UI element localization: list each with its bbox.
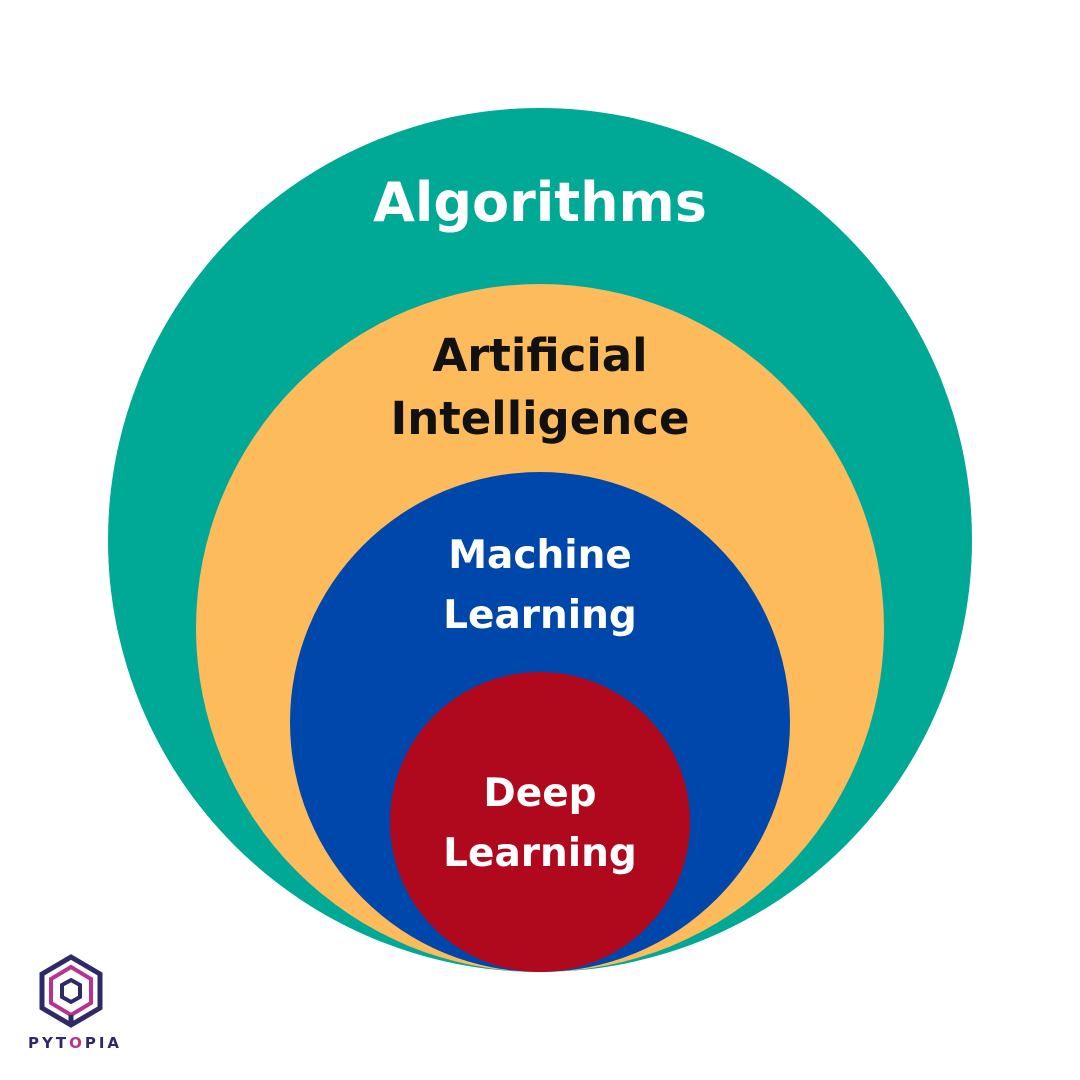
algorithms-label-line: Algorithms — [373, 171, 707, 234]
ml-label-line-1: Machine — [448, 533, 632, 578]
deep-learning-label: Deep Learning — [0, 764, 1080, 884]
ai-label-line-2: Intelligence — [390, 392, 690, 445]
logo-wordmark: PYTOPIA — [28, 1034, 119, 1052]
hexagon-logo-icon — [39, 954, 103, 1028]
logo-text-part-1: PYT — [28, 1034, 70, 1052]
diagram-canvas: Algorithms Artificial Intelligence Machi… — [0, 0, 1080, 1080]
ai-label-line-1: Artificial — [432, 329, 648, 382]
ml-label-line-2: Learning — [443, 593, 637, 638]
artificial-intelligence-label: Artificial Intelligence — [0, 324, 1080, 450]
machine-learning-label: Machine Learning — [0, 526, 1080, 646]
pytopia-logo: PYTOPIA — [28, 954, 119, 1052]
dl-label-line-2: Learning — [443, 831, 637, 876]
logo-text-part-2: O — [69, 1034, 85, 1052]
algorithms-label: Algorithms — [0, 170, 1080, 236]
dl-label-line-1: Deep — [483, 771, 597, 816]
logo-text-part-3: PIA — [84, 1034, 123, 1052]
